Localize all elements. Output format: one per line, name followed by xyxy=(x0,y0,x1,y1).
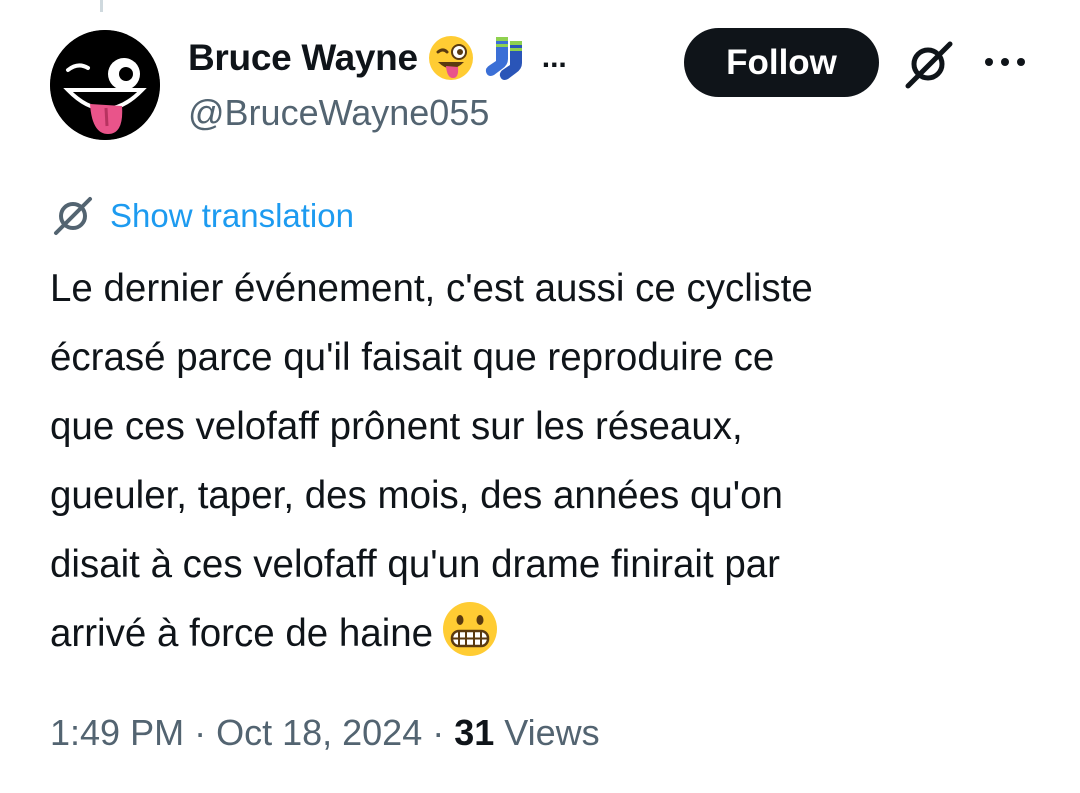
follow-button[interactable]: Follow xyxy=(684,28,879,97)
author-display-name[interactable]: Bruce Wayne xyxy=(188,37,418,79)
name-truncation: ... xyxy=(541,41,567,74)
tweet-time[interactable]: 1:49 PM xyxy=(50,712,184,754)
meta-separator-2: · xyxy=(422,712,455,753)
tweet-date[interactable]: Oct 18, 2024 xyxy=(216,712,422,754)
views-label[interactable]: Views xyxy=(494,712,599,754)
tweet-metadata: 1:49 PM · Oct 18, 2024 · 31 Views xyxy=(50,712,600,754)
views-count[interactable]: 31 xyxy=(454,712,494,754)
meta-separator: · xyxy=(184,712,217,753)
socks-emoji-icon xyxy=(484,35,530,81)
winking-face-with-tongue-emoji-icon xyxy=(428,35,474,81)
grok-icon[interactable] xyxy=(900,36,956,92)
grimacing-face-emoji-icon xyxy=(441,600,499,658)
grok-translate-icon xyxy=(54,197,92,235)
winking-face-avatar-icon xyxy=(50,30,160,140)
tweet-text: Le dernier événement, c'est aussi ce cyc… xyxy=(50,254,1050,668)
author-handle[interactable]: @BruceWayne055 xyxy=(188,92,489,134)
translation-row[interactable]: Show translation xyxy=(50,193,354,239)
avatar[interactable] xyxy=(50,30,160,140)
thread-connector-line xyxy=(100,0,103,12)
tweet-text-body: Le dernier événement, c'est aussi ce cyc… xyxy=(50,267,813,655)
author-name-row: Bruce Wayne ... xyxy=(188,32,567,84)
show-translation-link[interactable]: Show translation xyxy=(110,197,354,235)
more-options-icon[interactable] xyxy=(982,50,1028,74)
